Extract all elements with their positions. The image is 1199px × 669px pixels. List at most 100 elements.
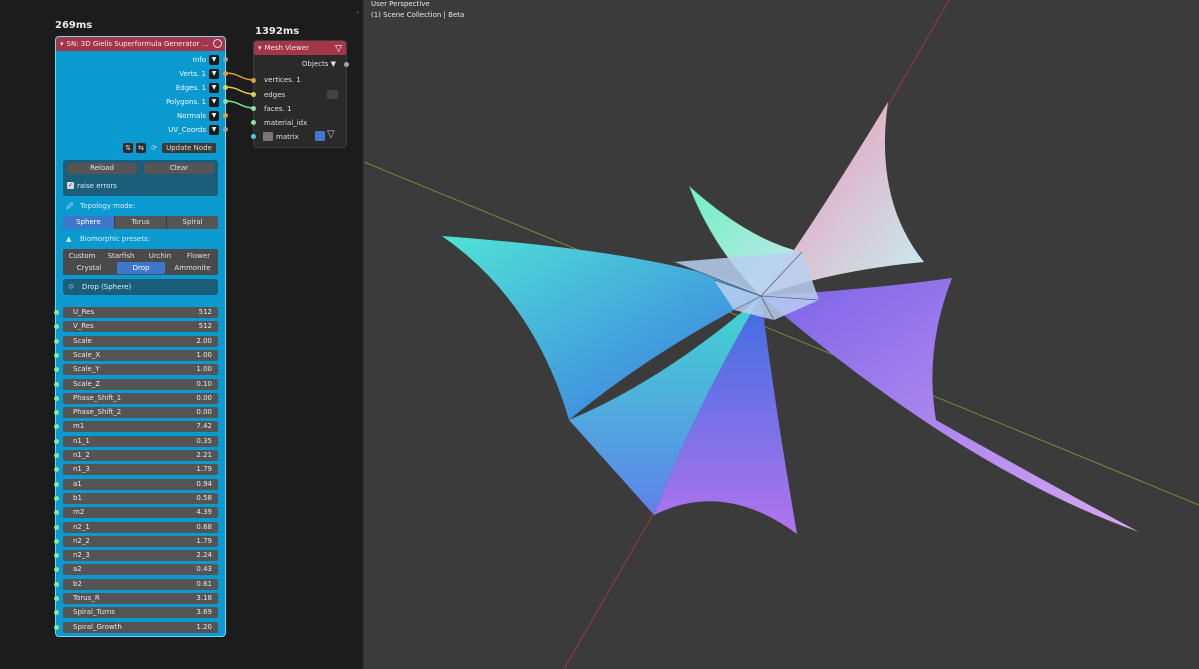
node-sync-icon[interactable]: ⇆ <box>136 143 146 153</box>
superformula-node[interactable]: ▾ SN: 3D Gielis Superformula Generator ..… <box>54 36 228 637</box>
param-torus-r[interactable]: Torus_R 3.18 <box>54 593 218 604</box>
dropdown-icon[interactable]: ▼ <box>209 68 219 79</box>
param-b2[interactable]: b2 0.61 <box>54 578 218 590</box>
socket-edges[interactable] <box>223 85 228 90</box>
param-socket[interactable] <box>54 538 59 544</box>
param-socket[interactable] <box>54 581 59 587</box>
node-editor[interactable]: 269ms 1392ms ▾ SN: 3D Gielis Superformula… <box>0 0 362 669</box>
chevron-down-icon[interactable]: ▾ <box>258 41 262 55</box>
param-n2-3[interactable]: n2_3 2.24 <box>54 550 218 562</box>
socket-info[interactable] <box>223 57 228 62</box>
param-n2-2[interactable]: n2_2 1.79 <box>54 535 218 547</box>
param-socket[interactable] <box>54 381 59 387</box>
dropdown-icon[interactable]: ▼ <box>209 54 219 65</box>
param-socket[interactable] <box>54 467 59 473</box>
param-a2[interactable]: a2 0.43 <box>54 564 218 576</box>
param-m1[interactable]: m1 7.42 <box>54 421 218 433</box>
socket-objects[interactable] <box>344 62 349 67</box>
param-spiral-turns[interactable]: Spiral_Turns 3.69 <box>54 607 218 619</box>
refresh-icon[interactable]: ⟳ <box>149 143 159 153</box>
param-socket[interactable] <box>54 596 59 601</box>
mesh-viewer-header[interactable]: ▾ Mesh Viewer ▽ <box>254 41 346 55</box>
socket-polygons[interactable] <box>223 99 228 104</box>
param-v-res[interactable]: V_Res 512 <box>54 321 218 333</box>
socket-matrix[interactable] <box>251 134 256 139</box>
param-socket[interactable] <box>54 495 59 501</box>
dropdown-icon[interactable]: ▼ <box>209 96 219 107</box>
update-node-button[interactable]: Update Node <box>162 143 216 153</box>
param-socket[interactable] <box>54 481 59 487</box>
param-socket[interactable] <box>54 624 59 630</box>
collapse-chevron-icon[interactable]: ‹ <box>356 8 359 17</box>
preset-ammonite[interactable]: Ammonite <box>169 262 216 274</box>
preset-flower[interactable]: Flower <box>181 250 216 262</box>
param-socket[interactable] <box>54 453 59 458</box>
topology-torus[interactable]: Torus <box>115 216 167 229</box>
param-n1-1[interactable]: n1_1 0.35 <box>54 435 218 447</box>
reload-button[interactable]: Reload <box>67 163 137 174</box>
socket-verts[interactable] <box>223 71 228 76</box>
socket-vertices[interactable] <box>251 78 256 83</box>
socket-normals[interactable] <box>223 113 228 118</box>
param-spiral-growth[interactable]: Spiral_Growth 1.20 <box>54 621 218 633</box>
preset-starfish[interactable]: Starfish <box>103 250 139 262</box>
script-icon[interactable] <box>213 39 222 48</box>
output-info[interactable]: Info ▼ <box>193 54 219 65</box>
socket-material-idx[interactable] <box>251 120 256 125</box>
param-socket[interactable] <box>54 367 59 373</box>
param-socket[interactable] <box>54 553 59 559</box>
param-socket[interactable] <box>54 524 59 530</box>
preset-custom[interactable]: Custom <box>65 250 99 262</box>
param-socket[interactable] <box>54 338 59 344</box>
preset-urchin[interactable]: Urchin <box>143 250 177 262</box>
objects-dropdown[interactable]: Objects ▼ <box>302 60 336 68</box>
param-socket[interactable] <box>54 410 59 416</box>
param-n1-2[interactable]: n1_2 2.21 <box>54 450 218 461</box>
param-u-res[interactable]: U_Res 512 <box>54 307 218 318</box>
superformula-node-header[interactable]: ▾ SN: 3D Gielis Superformula Generator ..… <box>56 37 225 51</box>
viewer-filter-icon[interactable]: ▽ <box>327 129 335 140</box>
output-uv-coords[interactable]: UV_Coords ▼ <box>168 124 219 135</box>
edges-toggle[interactable] <box>327 90 338 99</box>
param-socket[interactable] <box>54 610 59 616</box>
param-b1[interactable]: b1 0.58 <box>54 492 218 504</box>
param-socket[interactable] <box>54 567 59 573</box>
param-socket[interactable] <box>54 510 59 516</box>
mesh-viewer-node[interactable]: ▾ Mesh Viewer ▽ Objects ▼ vertices. 1 edg… <box>251 40 349 148</box>
dropdown-icon[interactable]: ▼ <box>209 124 219 135</box>
dropdown-icon[interactable]: ▼ <box>209 82 219 93</box>
socket-faces[interactable] <box>251 106 256 111</box>
topology-sphere[interactable]: Sphere <box>63 216 115 229</box>
socket-edges-in[interactable] <box>251 92 256 97</box>
topology-spiral[interactable]: Spiral <box>167 216 218 229</box>
param-phase-shift-2[interactable]: Phase_Shift_2 0.00 <box>54 407 218 419</box>
3d-viewport[interactable]: User Perspective (1) Scene Collection | … <box>364 0 1199 669</box>
clear-button[interactable]: Clear <box>144 163 214 174</box>
chevron-down-icon[interactable]: ▾ <box>60 37 64 51</box>
socket-uv-coords[interactable] <box>223 127 228 132</box>
raise-errors-checkbox[interactable]: ✓ <box>67 182 74 189</box>
preset-drop[interactable]: Drop <box>117 262 165 274</box>
output-polygons[interactable]: Polygons. 1 ▼ <box>166 96 219 107</box>
dropdown-icon[interactable]: ▼ <box>209 110 219 121</box>
node-tool-icon[interactable]: ⇅ <box>123 143 133 153</box>
output-normals[interactable]: Normals ▼ <box>177 110 219 121</box>
param-socket[interactable] <box>54 324 59 330</box>
param-socket[interactable] <box>54 438 59 444</box>
param-scale-x[interactable]: Scale_X 1.00 <box>54 349 218 361</box>
output-verts[interactable]: Verts. 1 ▼ <box>179 68 219 79</box>
param-scale-y[interactable]: Scale_Y 1.00 <box>54 364 218 376</box>
param-scale-z[interactable]: Scale_Z 0.10 <box>54 378 218 390</box>
param-m2[interactable]: m2 4.39 <box>54 507 218 519</box>
param-phase-shift-1[interactable]: Phase_Shift_1 0.00 <box>54 392 218 404</box>
param-socket[interactable] <box>54 395 59 401</box>
preset-crystal[interactable]: Crystal <box>65 262 113 274</box>
param-n2-1[interactable]: n2_1 0.68 <box>54 521 218 533</box>
param-n1-3[interactable]: n1_3 1.79 <box>54 464 218 476</box>
param-scale[interactable]: Scale 2.00 <box>54 335 218 347</box>
param-socket[interactable] <box>54 424 59 430</box>
param-a1[interactable]: a1 0.94 <box>54 478 218 490</box>
output-edges[interactable]: Edges. 1 ▼ <box>176 82 219 93</box>
param-socket[interactable] <box>54 310 59 315</box>
param-socket[interactable] <box>54 352 59 358</box>
